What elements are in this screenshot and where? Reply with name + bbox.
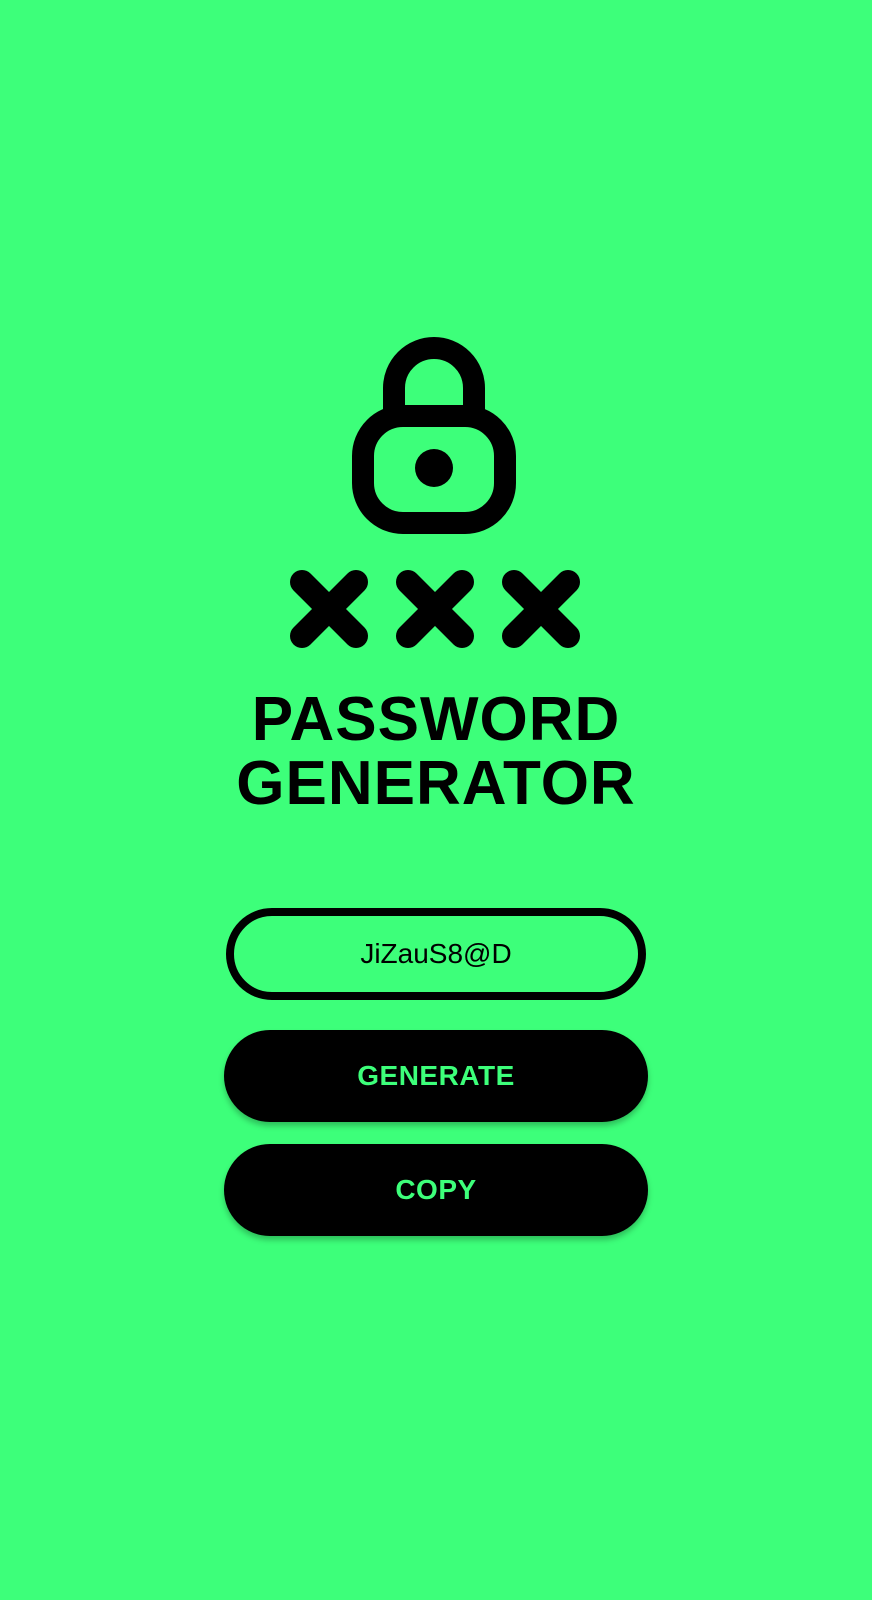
- app-title: PASSWORD GENERATOR: [0, 688, 872, 816]
- masked-characters-icon: [290, 570, 580, 648]
- password-output-field[interactable]: JiZauS8@D: [226, 908, 646, 1000]
- app-title-line-1: PASSWORD: [251, 685, 621, 754]
- app-title-line-2: GENERATOR: [236, 749, 636, 818]
- lock-icon: [352, 337, 516, 534]
- copy-button[interactable]: COPY: [224, 1144, 648, 1236]
- password-generator-screen: PASSWORD GENERATOR JiZauS8@D GENERATE CO…: [0, 0, 872, 1600]
- generate-button[interactable]: GENERATE: [224, 1030, 648, 1122]
